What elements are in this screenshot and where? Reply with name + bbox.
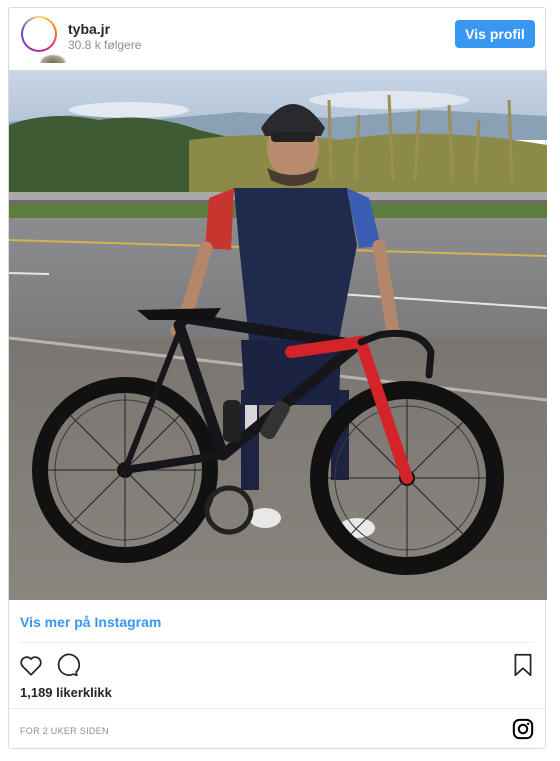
view-profile-button[interactable]: Vis profil bbox=[455, 20, 535, 48]
post-timestamp[interactable]: FOR 2 UKER SIDEN bbox=[20, 726, 109, 736]
bookmark-icon[interactable] bbox=[510, 652, 536, 678]
avatar[interactable] bbox=[21, 16, 57, 52]
username[interactable]: tyba.jr bbox=[68, 21, 110, 37]
heart-icon[interactable] bbox=[18, 652, 44, 678]
instagram-embed-card: tyba.jr 30.8 k følgere Vis profil Vis me… bbox=[8, 7, 547, 749]
avatar-thumbnail-strip bbox=[39, 54, 67, 63]
divider bbox=[20, 642, 534, 643]
like-count[interactable]: 1,189 likerklikk bbox=[20, 685, 112, 700]
comment-icon[interactable] bbox=[54, 652, 80, 678]
post-header: tyba.jr 30.8 k følgere Vis profil bbox=[9, 8, 545, 70]
divider bbox=[9, 708, 545, 709]
view-more-on-instagram-link[interactable]: Vis mer på Instagram bbox=[20, 614, 161, 630]
instagram-icon[interactable] bbox=[512, 718, 534, 740]
avatar-image bbox=[23, 18, 55, 50]
cyclist-with-bike-photo bbox=[9, 70, 547, 600]
post-image[interactable] bbox=[9, 70, 547, 600]
action-bar bbox=[9, 648, 545, 684]
follower-count: 30.8 k følgere bbox=[68, 38, 142, 52]
